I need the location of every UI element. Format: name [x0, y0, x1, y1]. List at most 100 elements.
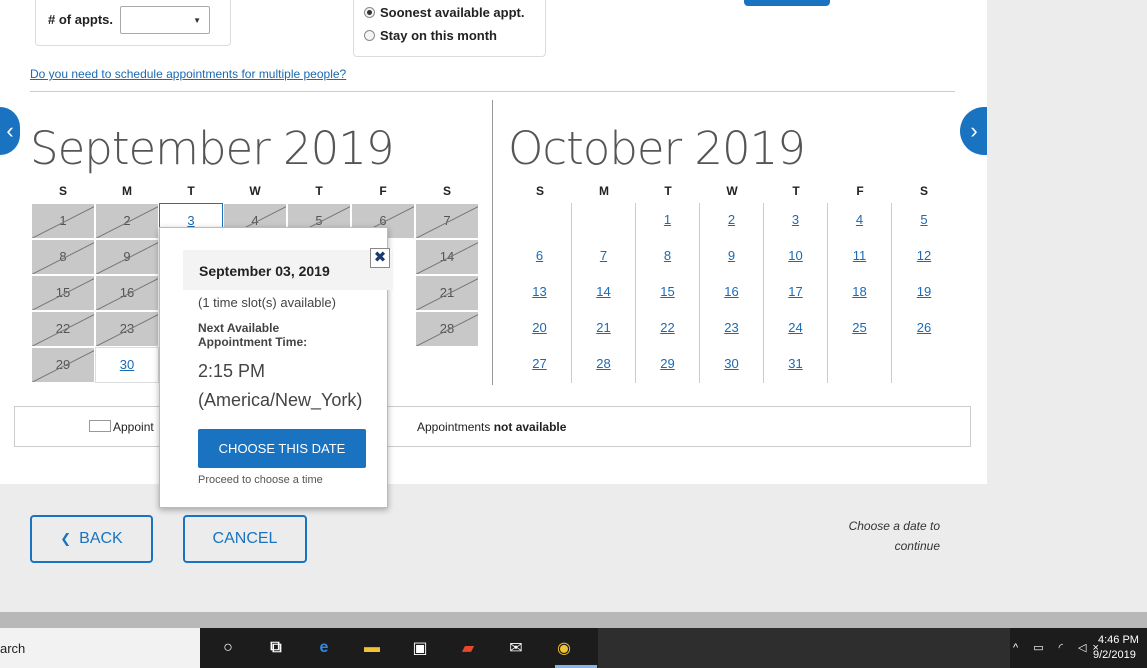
day-link[interactable]: 25: [852, 320, 866, 335]
multiple-people-link[interactable]: Do you need to schedule appointments for…: [30, 67, 346, 81]
available-day[interactable]: 30: [700, 347, 764, 383]
office-icon[interactable]: ▰: [458, 638, 478, 658]
available-day[interactable]: 31: [764, 347, 828, 383]
available-day[interactable]: 28: [572, 347, 636, 383]
available-day[interactable]: 3: [764, 203, 828, 239]
available-day[interactable]: 12: [892, 239, 956, 275]
day-link[interactable]: 12: [917, 248, 931, 263]
day-link[interactable]: 2: [728, 212, 735, 227]
available-day[interactable]: 25: [828, 311, 892, 347]
popup-time: 2:15 PM: [198, 361, 266, 381]
available-day[interactable]: 20: [508, 311, 572, 347]
appts-count-select[interactable]: ▼: [120, 6, 210, 34]
close-icon[interactable]: ✖: [370, 248, 390, 268]
available-day[interactable]: 23: [700, 311, 764, 347]
edge-icon[interactable]: e: [314, 638, 334, 658]
taskbar-search[interactable]: arch: [0, 628, 200, 668]
day-link[interactable]: 6: [536, 248, 543, 263]
available-day[interactable]: 26: [892, 311, 956, 347]
available-day[interactable]: 27: [508, 347, 572, 383]
day-link[interactable]: 1: [664, 212, 671, 227]
choose-this-date-button[interactable]: CHOOSE THIS DATE: [198, 429, 366, 468]
top-action-button[interactable]: [744, 0, 830, 6]
file-explorer-icon[interactable]: ▬: [362, 638, 382, 658]
store-icon[interactable]: ▣: [410, 638, 430, 658]
day-link[interactable]: 27: [532, 356, 546, 371]
day-link[interactable]: 23: [724, 320, 738, 335]
available-day[interactable]: 10: [764, 239, 828, 275]
next-month-button[interactable]: ›: [960, 107, 988, 155]
unavailable-day: 2: [95, 203, 159, 239]
back-button[interactable]: ❮ BACK: [30, 515, 153, 563]
day-link[interactable]: 24: [788, 320, 802, 335]
cancel-button[interactable]: CANCEL: [183, 515, 307, 563]
available-day[interactable]: 14: [572, 275, 636, 311]
day-link[interactable]: 10: [788, 248, 802, 263]
empty-day: [508, 203, 572, 239]
mail-icon[interactable]: ✉: [506, 638, 526, 658]
available-day[interactable]: 13: [508, 275, 572, 311]
available-day[interactable]: 5: [892, 203, 956, 239]
popup-hint: Proceed to choose a time: [198, 474, 323, 486]
available-day[interactable]: 7: [572, 239, 636, 275]
day-link[interactable]: 9: [728, 248, 735, 263]
clock-date[interactable]: 9/2/2019: [1093, 649, 1136, 661]
available-day[interactable]: 11: [828, 239, 892, 275]
tray-icons[interactable]: ^ ▭ ◜ ◁×: [1013, 641, 1105, 654]
chrome-icon[interactable]: ◉: [554, 638, 574, 658]
radio-stay-row[interactable]: Stay on this month: [364, 28, 497, 43]
day-link[interactable]: 15: [660, 284, 674, 299]
day-link[interactable]: 3: [792, 212, 799, 227]
clock-time[interactable]: 4:46 PM: [1098, 634, 1139, 646]
radio-soonest[interactable]: [364, 7, 375, 18]
day-link[interactable]: 18: [852, 284, 866, 299]
available-day[interactable]: 15: [636, 275, 700, 311]
day-link[interactable]: 17: [788, 284, 802, 299]
available-day[interactable]: 22: [636, 311, 700, 347]
available-day[interactable]: 29: [636, 347, 700, 383]
unavailable-day: 7: [415, 203, 479, 239]
day-link[interactable]: 7: [600, 248, 607, 263]
day-link[interactable]: 11: [853, 248, 867, 263]
day-link[interactable]: 20: [532, 320, 546, 335]
day-link[interactable]: 31: [788, 356, 802, 371]
day-link[interactable]: 22: [660, 320, 674, 335]
available-day[interactable]: 1: [636, 203, 700, 239]
cortana-icon[interactable]: ○: [218, 638, 238, 658]
day-link[interactable]: 30: [724, 356, 738, 371]
available-day[interactable]: 19: [892, 275, 956, 311]
day-link[interactable]: 8: [664, 248, 671, 263]
available-day[interactable]: 2: [700, 203, 764, 239]
available-day[interactable]: 4: [828, 203, 892, 239]
day-link[interactable]: 29: [660, 356, 674, 371]
day-link[interactable]: 19: [917, 284, 931, 299]
available-day[interactable]: 9: [700, 239, 764, 275]
available-day[interactable]: 6: [508, 239, 572, 275]
day-link[interactable]: 28: [596, 356, 610, 371]
day-link[interactable]: 3: [187, 213, 194, 228]
available-day[interactable]: 30: [95, 347, 159, 383]
available-day[interactable]: 24: [764, 311, 828, 347]
day-link[interactable]: 16: [724, 284, 738, 299]
appts-count-panel: # of appts. ▼: [35, 0, 231, 46]
available-day[interactable]: 21: [572, 311, 636, 347]
day-link[interactable]: 4: [856, 212, 863, 227]
day-link[interactable]: 21: [596, 320, 610, 335]
day-link[interactable]: 13: [532, 284, 546, 299]
date-details-popup: September 03, 2019 ✖ (1 time slot(s) ava…: [159, 227, 393, 508]
available-day[interactable]: 16: [700, 275, 764, 311]
available-day[interactable]: 18: [828, 275, 892, 311]
day-link[interactable]: 26: [917, 320, 931, 335]
radio-soonest-row[interactable]: Soonest available appt.: [364, 5, 525, 20]
available-day[interactable]: 8: [636, 239, 700, 275]
prev-month-button[interactable]: ‹: [0, 107, 20, 155]
task-view-icon[interactable]: ⧉: [266, 638, 286, 658]
empty-day: [828, 347, 892, 383]
day-link[interactable]: 5: [920, 212, 927, 227]
radio-stay[interactable]: [364, 30, 375, 41]
day-number: 15: [55, 285, 71, 300]
day-link[interactable]: 14: [596, 284, 610, 299]
day-link[interactable]: 30: [120, 357, 134, 372]
unavailable-day: 23: [95, 311, 159, 347]
available-day[interactable]: 17: [764, 275, 828, 311]
